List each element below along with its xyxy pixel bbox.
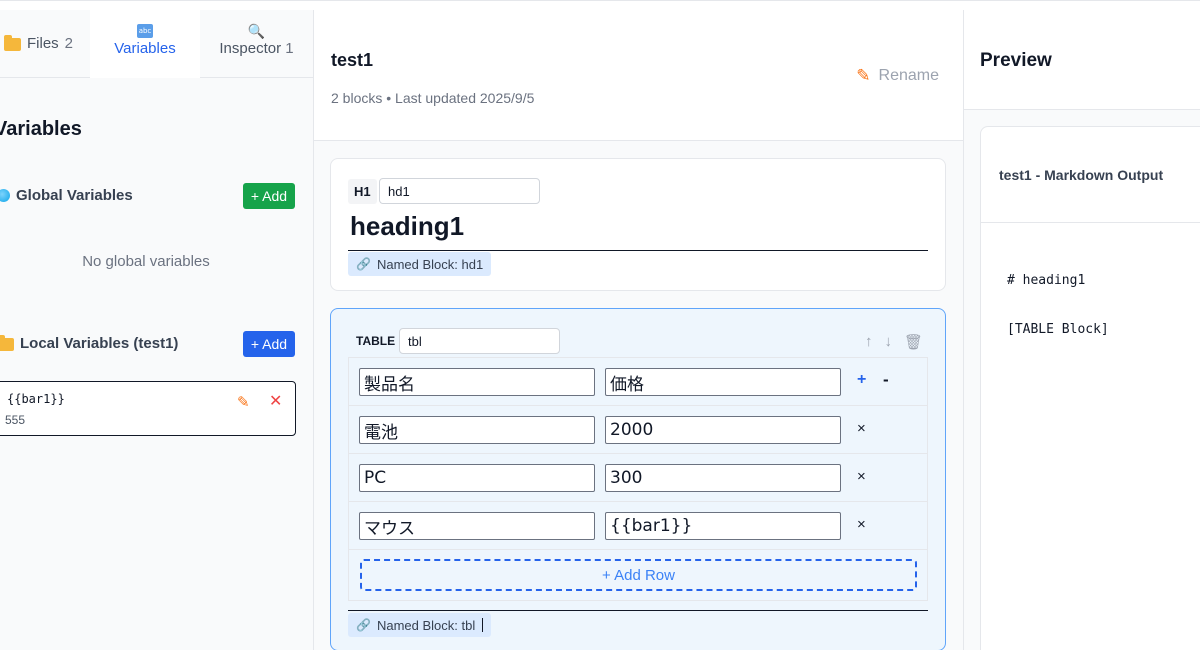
table-cell[interactable] [605, 416, 841, 444]
tab-variables-label: Variables [114, 40, 176, 57]
folder-icon [0, 335, 14, 351]
block-type-tag: H1 [348, 179, 377, 204]
editor-header: test1 2 blocks • Last updated 2025/9/5 ✎… [314, 10, 963, 141]
rename-label: Rename [878, 67, 939, 84]
table-row: × [349, 502, 927, 550]
variable-value: 555 [5, 413, 26, 427]
tab-inspector[interactable]: 🔍 Inspector 1 [200, 10, 313, 78]
move-down-icon[interactable]: ↓ [884, 333, 892, 351]
link-icon: 🔗 [356, 618, 371, 632]
document-meta: 2 blocks • Last updated 2025/9/5 [331, 90, 535, 106]
app-window: Files 2 abc Variables 🔍 Inspector 1 Vari… [0, 0, 1200, 650]
heading-text[interactable]: heading1 [350, 211, 464, 242]
block-type-tag: TABLE [356, 334, 396, 348]
tab-inspector-label: Inspector [219, 40, 282, 57]
divider [348, 610, 928, 611]
delete-variable-icon[interactable]: ✕ [269, 391, 282, 411]
named-block-label: Named Block: hd1 [376, 256, 484, 272]
rename-button[interactable]: ✎ Rename [856, 66, 939, 86]
search-icon: 🔍 [247, 23, 266, 39]
output-header: test1 - Markdown Output [981, 127, 1200, 223]
markdown-line: [TABLE Block] [1007, 322, 1109, 337]
trash-icon[interactable]: 🗑 [904, 333, 923, 351]
globe-icon [0, 189, 10, 202]
local-variables-section: Local Variables (test1) + Add [0, 331, 313, 357]
remove-column-button[interactable]: - [883, 370, 889, 390]
markdown-line: # heading1 [1007, 273, 1086, 288]
text-caret [482, 618, 484, 632]
tab-files-label: Files [27, 35, 59, 52]
divider [348, 250, 928, 251]
table-header-row: + - [349, 358, 927, 406]
markdown-output-card: test1 - Markdown Output # heading1 [TABL… [980, 126, 1200, 650]
block-name-input[interactable] [399, 328, 560, 354]
table-cell[interactable] [359, 512, 595, 540]
table-block[interactable]: TABLE ↑ ↓ 🗑 + - × [330, 308, 946, 650]
empty-global-message: No global variables [82, 253, 210, 270]
table-cell[interactable] [605, 464, 841, 492]
preview-header: Preview [964, 10, 1200, 110]
table-grid: + - × × × + Add Row [348, 357, 928, 601]
add-local-variable-button[interactable]: + Add [243, 331, 295, 357]
table-row: × [349, 454, 927, 502]
variable-name: {{bar1}} [7, 392, 65, 406]
named-block-badge: 🔗 Named Block: hd1 [348, 252, 492, 276]
heading-block[interactable]: H1 heading1 🔗 Named Block: hd1 [330, 158, 946, 291]
edit-variable-icon[interactable]: ✎ [237, 393, 250, 411]
tab-variables[interactable]: abc Variables [90, 10, 200, 78]
folder-icon [4, 35, 21, 51]
add-column-button[interactable]: + [857, 371, 866, 389]
block-name-input[interactable] [379, 178, 540, 204]
table-cell[interactable] [605, 368, 841, 396]
add-row-button[interactable]: + Add Row [360, 559, 917, 591]
named-block-label: Named Block: tbl [376, 617, 476, 633]
link-icon: 🔗 [356, 257, 371, 271]
table-cell[interactable] [359, 464, 595, 492]
document-title: test1 [331, 50, 374, 70]
editor-panel: test1 2 blocks • Last updated 2025/9/5 ✎… [314, 10, 964, 650]
named-block-badge: 🔗 Named Block: tbl [348, 613, 492, 637]
global-variables-title: Global Variables [16, 187, 133, 204]
variable-card[interactable]: {{bar1}} 555 ✎ ✕ [0, 381, 296, 436]
table-row: × [349, 406, 927, 454]
tab-files[interactable]: Files 2 [0, 10, 90, 78]
preview-panel: Preview test1 - Markdown Output # headin… [964, 10, 1200, 650]
table-cell[interactable] [605, 512, 841, 540]
global-variables-section: Global Variables + Add [0, 183, 313, 209]
tab-files-count: 2 [64, 35, 74, 52]
table-cell[interactable] [359, 368, 595, 396]
local-variables-title: Local Variables (test1) [20, 335, 179, 352]
remove-row-button[interactable]: × [857, 468, 866, 485]
remove-row-button[interactable]: × [857, 516, 866, 533]
add-global-variable-button[interactable]: + Add [243, 183, 295, 209]
table-cell[interactable] [359, 416, 595, 444]
preview-title: Preview [980, 50, 1052, 71]
sidebar-tabbar: Files 2 abc Variables 🔍 Inspector 1 [0, 10, 313, 78]
sidebar: Files 2 abc Variables 🔍 Inspector 1 Vari… [0, 10, 314, 650]
pencil-icon: ✎ [856, 66, 871, 85]
remove-row-button[interactable]: × [857, 420, 866, 437]
abc-icon: abc [137, 24, 153, 38]
output-title: test1 - Markdown Output [999, 167, 1164, 183]
move-up-icon[interactable]: ↑ [865, 333, 873, 351]
variables-heading: Variables [0, 118, 82, 140]
block-actions: ↑ ↓ 🗑 [865, 333, 923, 351]
tab-inspector-count: 1 [285, 40, 294, 57]
